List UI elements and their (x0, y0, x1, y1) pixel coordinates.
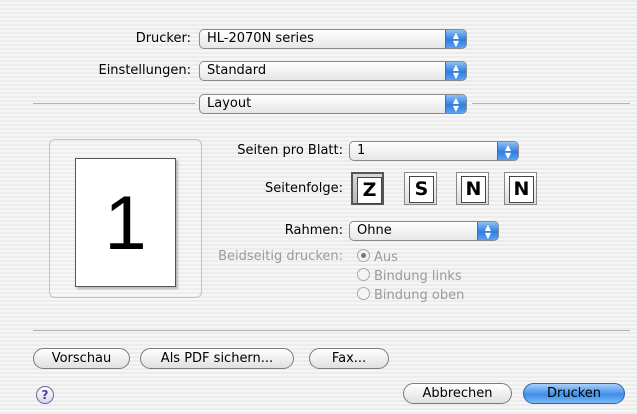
layout-direction-n-reverse-button[interactable]: N (504, 172, 537, 205)
popup-arrows-icon: ▲ ▼ (497, 142, 518, 160)
s-order-icon: S (409, 176, 434, 203)
border-label: Rahmen: (284, 223, 343, 238)
printer-value: HL-2070N series (207, 31, 314, 46)
radio-icon (357, 287, 370, 300)
popup-arrows-icon: ▲ ▼ (445, 30, 466, 48)
layout-preview-page: 1 (75, 158, 176, 287)
border-popup[interactable]: Ohne ▲ ▼ (349, 221, 499, 241)
n-reverse-order-icon: N (509, 176, 534, 203)
help-button[interactable]: ? (36, 386, 54, 404)
print-button[interactable]: Drucken (523, 383, 625, 404)
printer-label: Drucker: (135, 31, 191, 46)
pages-per-sheet-label: Seiten pro Blatt: (237, 143, 343, 158)
pages-per-sheet-value: 1 (357, 143, 366, 158)
panel-popup[interactable]: Layout ▲ ▼ (199, 94, 467, 114)
popup-arrows-icon: ▲ ▼ (477, 222, 498, 240)
two-sided-long-edge-radio: Bindung links (357, 268, 462, 284)
border-value: Ohne (357, 223, 392, 238)
presets-popup[interactable]: Standard ▲ ▼ (199, 61, 467, 81)
layout-direction-s-button[interactable]: S (404, 172, 437, 205)
layout-direction-z-button[interactable]: Z (351, 172, 384, 205)
fax-button[interactable]: Fax... (309, 348, 389, 369)
printer-popup[interactable]: HL-2070N series ▲ ▼ (199, 29, 467, 49)
pages-per-sheet-popup[interactable]: 1 ▲ ▼ (349, 141, 519, 161)
preview-button[interactable]: Vorschau (33, 348, 130, 369)
bottom-separator (33, 330, 630, 331)
presets-value: Standard (207, 63, 267, 78)
layout-direction-label: Seitenfolge: (265, 181, 343, 196)
presets-label: Einstellungen: (98, 63, 191, 78)
popup-arrows-icon: ▲ ▼ (445, 62, 466, 80)
n-order-icon: N (461, 176, 486, 203)
layout-direction-n-button[interactable]: N (456, 172, 489, 205)
two-sided-short-edge-radio: Bindung oben (357, 287, 464, 303)
panel-separator-left (33, 103, 195, 104)
cancel-button[interactable]: Abbrechen (403, 383, 512, 404)
popup-arrows-icon: ▲ ▼ (445, 95, 466, 113)
panel-value: Layout (207, 96, 252, 111)
two-sided-label: Beidseitig drucken: (218, 249, 343, 264)
radio-icon (357, 268, 370, 281)
save-as-pdf-button[interactable]: Als PDF sichern... (140, 348, 294, 369)
radio-selected-icon (357, 249, 370, 262)
two-sided-long-edge-label: Bindung links (374, 269, 462, 284)
z-order-icon: Z (357, 177, 382, 204)
two-sided-off-label: Aus (374, 250, 398, 265)
panel-separator-right (472, 103, 630, 104)
two-sided-off-radio: Aus (357, 249, 398, 265)
two-sided-short-edge-label: Bindung oben (374, 288, 465, 303)
